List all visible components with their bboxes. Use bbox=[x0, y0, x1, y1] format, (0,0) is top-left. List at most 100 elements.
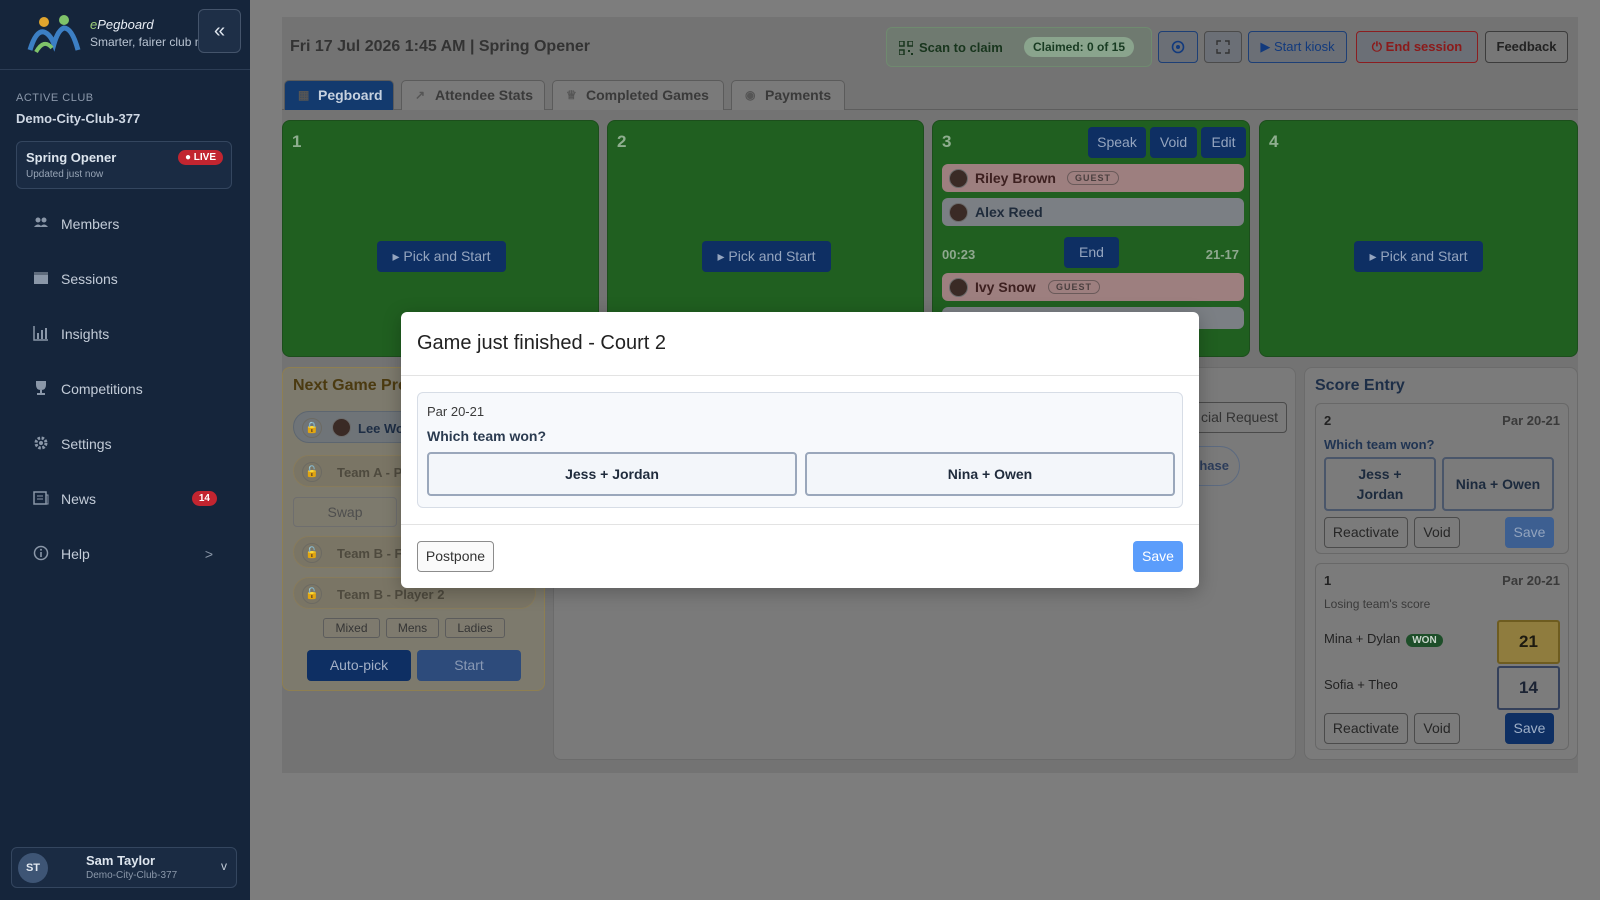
lock-icon[interactable]: 🔒 bbox=[302, 418, 322, 438]
par-label: Par 20-21 bbox=[427, 404, 485, 419]
save-button[interactable]: Save bbox=[1133, 541, 1183, 572]
collapse-sidebar-button[interactable]: « bbox=[198, 9, 241, 53]
auto-pick-button[interactable]: Auto-pick bbox=[307, 650, 411, 681]
sidebar-item-news[interactable]: News 14 bbox=[33, 488, 223, 512]
start-game-button[interactable]: Start bbox=[417, 650, 521, 681]
court-number: 1 bbox=[292, 132, 302, 151]
scan-to-claim-label: Scan to claim bbox=[919, 40, 1003, 55]
session-datetime: Fri 17 Jul 2026 1:45 AM | Spring Opener bbox=[290, 38, 590, 55]
unlock-icon[interactable]: 🔓 bbox=[302, 462, 322, 482]
avatar bbox=[949, 169, 968, 188]
pick-and-start-button[interactable]: ▸ Pick and Start bbox=[702, 241, 831, 272]
pick-and-start-button[interactable]: ▸ Pick and Start bbox=[377, 241, 506, 272]
team-option-button[interactable]: Jess + Jordan bbox=[1324, 457, 1436, 511]
sidebar-item-sessions[interactable]: Sessions bbox=[33, 268, 223, 292]
brand-name: ePegboard bbox=[90, 17, 154, 32]
court-number: 2 bbox=[617, 132, 627, 151]
news-icon bbox=[33, 490, 49, 506]
feedback-button[interactable]: Feedback bbox=[1485, 31, 1568, 63]
save-button[interactable]: Save bbox=[1505, 517, 1554, 548]
score-card-court-2: 2 Par 20-21 Which team won? Jess + Jorda… bbox=[1315, 403, 1569, 554]
start-kiosk-button[interactable]: ▶ Start kiosk bbox=[1248, 31, 1347, 63]
display-settings-button[interactable] bbox=[1158, 31, 1198, 63]
sidebar-item-label: Competitions bbox=[61, 381, 143, 397]
avatar bbox=[332, 418, 351, 437]
end-session-button[interactable]: ⏻ End session bbox=[1356, 31, 1478, 63]
sidebar-item-label: Help bbox=[61, 546, 90, 562]
sidebar-item-settings[interactable]: Settings bbox=[33, 433, 223, 457]
save-button[interactable]: Save bbox=[1505, 713, 1554, 744]
trophy-icon bbox=[33, 380, 49, 396]
team-row: Mina + Dylan WON bbox=[1324, 631, 1443, 647]
court-number: 4 bbox=[1269, 132, 1279, 151]
stats-icon: ↗ bbox=[415, 88, 426, 102]
chevron-down-icon: v bbox=[221, 859, 227, 873]
void-button[interactable]: Void bbox=[1150, 127, 1197, 158]
reactivate-button[interactable]: Reactivate bbox=[1324, 713, 1408, 744]
filter-mixed-button[interactable]: Mixed bbox=[323, 618, 380, 638]
active-club-label: ACTIVE CLUB bbox=[16, 92, 94, 104]
filter-mens-button[interactable]: Mens bbox=[386, 618, 439, 638]
player-chip[interactable]: Ivy Snow GUEST bbox=[942, 273, 1244, 301]
par-label: Par 20-21 bbox=[1502, 413, 1560, 428]
scan-to-claim-box[interactable]: Scan to claim Claimed: 0 of 15 bbox=[886, 27, 1152, 67]
speak-button[interactable]: Speak bbox=[1088, 127, 1146, 158]
game-timer: 00:23 bbox=[942, 247, 976, 262]
tab-payments[interactable]: ◉ Payments bbox=[731, 80, 845, 110]
sidebar-item-insights[interactable]: Insights bbox=[33, 323, 223, 347]
next-game-title: Next Game Pre bbox=[293, 377, 407, 394]
avatar bbox=[949, 203, 968, 222]
unlock-icon[interactable]: 🔓 bbox=[302, 584, 322, 604]
unlock-icon[interactable]: 🔓 bbox=[302, 543, 322, 563]
sidebar-item-members[interactable]: Members bbox=[33, 213, 223, 237]
score-card-court-1: 1 Par 20-21 Losing team's score Mina + D… bbox=[1315, 563, 1569, 750]
session-title: Spring Opener bbox=[26, 150, 117, 165]
score-input[interactable]: 14 bbox=[1497, 666, 1560, 710]
winner-question: Which team won? bbox=[1324, 437, 1435, 452]
court-number: 3 bbox=[942, 132, 952, 151]
won-badge: WON bbox=[1406, 634, 1443, 647]
user-name: Sam Taylor bbox=[86, 853, 156, 868]
sidebar-item-help[interactable]: Help > bbox=[33, 543, 223, 567]
gear-icon bbox=[33, 435, 49, 451]
void-button[interactable]: Void bbox=[1414, 517, 1460, 548]
trophy-icon: ♕ bbox=[566, 88, 577, 102]
team-option-button[interactable]: Nina + Owen bbox=[1442, 457, 1554, 511]
sidebar-item-label: News bbox=[61, 491, 97, 507]
help-icon bbox=[33, 545, 49, 561]
user-menu[interactable]: ST Sam Taylor Demo-City-Club-377 v bbox=[11, 847, 237, 888]
court-score: 21-17 bbox=[1205, 247, 1239, 262]
members-icon bbox=[33, 215, 49, 231]
sidebar: ePegboard Smarter, fairer club nights « … bbox=[0, 0, 250, 900]
filter-ladies-button[interactable]: Ladies bbox=[445, 618, 505, 638]
game-finished-dialog: Game just finished - Court 2 Par 20-21 W… bbox=[401, 312, 1199, 588]
fullscreen-button[interactable] bbox=[1204, 31, 1242, 63]
player-chip[interactable]: Alex Reed bbox=[942, 198, 1244, 226]
void-button[interactable]: Void bbox=[1414, 713, 1460, 744]
tab-pegboard[interactable]: ▦ Pegboard bbox=[284, 80, 394, 110]
losing-score-label: Losing team's score bbox=[1324, 597, 1431, 611]
sidebar-item-competitions[interactable]: Competitions bbox=[33, 378, 223, 402]
brand-header: ePegboard Smarter, fairer club nights « bbox=[0, 0, 250, 70]
end-game-button[interactable]: End bbox=[1064, 237, 1119, 268]
postpone-button[interactable]: Postpone bbox=[417, 541, 494, 572]
edit-button[interactable]: Edit bbox=[1201, 127, 1246, 158]
score-entry-panel: Score Entry 2 Par 20-21 Which team won? … bbox=[1304, 367, 1578, 760]
tab-attendee-stats[interactable]: ↗ Attendee Stats bbox=[401, 80, 545, 110]
team-b-button[interactable]: Nina + Owen bbox=[805, 452, 1175, 496]
active-session-card[interactable]: Spring Opener Updated just now ● LIVE bbox=[16, 141, 232, 189]
team-a-button[interactable]: Jess + Jordan bbox=[427, 452, 797, 496]
sidebar-item-label: Settings bbox=[61, 436, 112, 452]
score-input[interactable]: 21 bbox=[1497, 620, 1560, 664]
sessions-icon bbox=[33, 270, 49, 286]
player-chip[interactable]: Riley Brown GUEST bbox=[942, 164, 1244, 192]
pick-and-start-button[interactable]: ▸ Pick and Start bbox=[1354, 241, 1483, 272]
tab-completed-games[interactable]: ♕ Completed Games bbox=[552, 80, 724, 110]
pegboard-icon: ▦ bbox=[298, 88, 310, 102]
winner-question: Which team won? bbox=[427, 428, 546, 444]
reactivate-button[interactable]: Reactivate bbox=[1324, 517, 1408, 548]
avatar: ST bbox=[18, 853, 48, 883]
sidebar-item-label: Insights bbox=[61, 326, 110, 342]
claimed-count-badge: Claimed: 0 of 15 bbox=[1024, 37, 1135, 57]
swap-button[interactable]: Swap bbox=[293, 497, 397, 527]
